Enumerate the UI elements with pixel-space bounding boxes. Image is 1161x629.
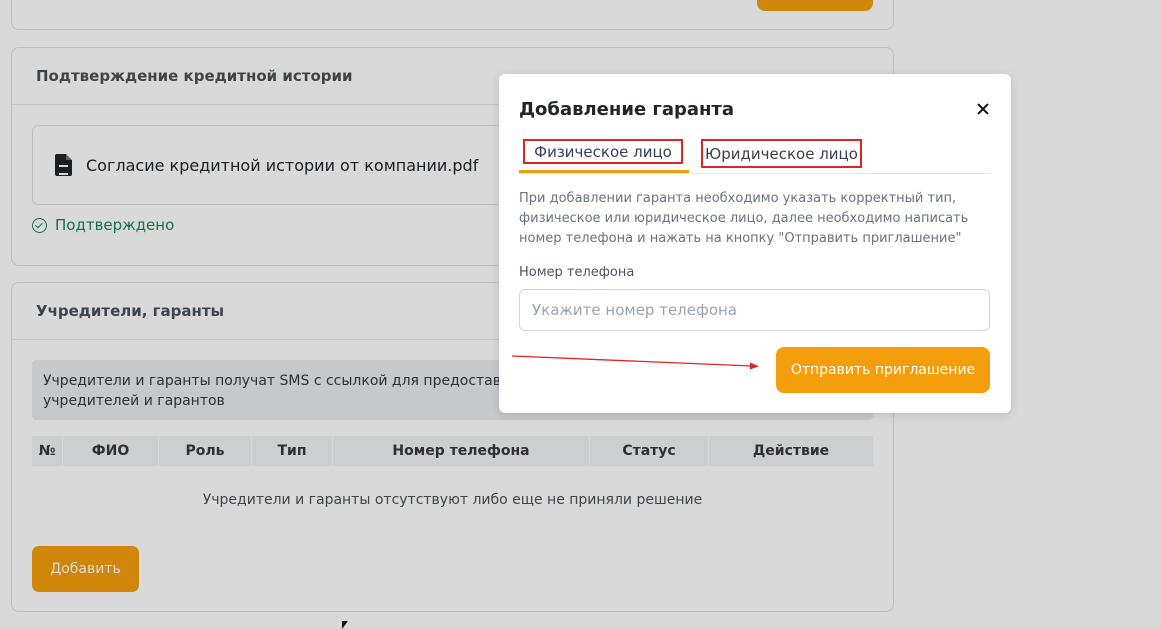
phone-input[interactable] <box>519 289 990 331</box>
active-tab-indicator <box>519 170 689 173</box>
phone-label: Номер телефона <box>519 265 635 280</box>
close-icon[interactable] <box>975 101 991 117</box>
modal-description: При добавлении гаранта необходимо указат… <box>519 191 969 246</box>
tab-physical-person[interactable]: Физическое лицо <box>523 139 683 164</box>
add-guarantor-modal: Добавление гаранта Физическое лицо Юриди… <box>499 74 1011 413</box>
modal-title: Добавление гаранта <box>519 99 735 120</box>
mouse-cursor-icon <box>342 621 348 629</box>
tab-legal-entity[interactable]: Юридическое лицо <box>701 139 862 168</box>
guarantor-type-tabs: Физическое лицо Юридическое лицо <box>519 134 990 174</box>
send-invitation-button[interactable]: Отправить приглашение <box>776 347 990 393</box>
